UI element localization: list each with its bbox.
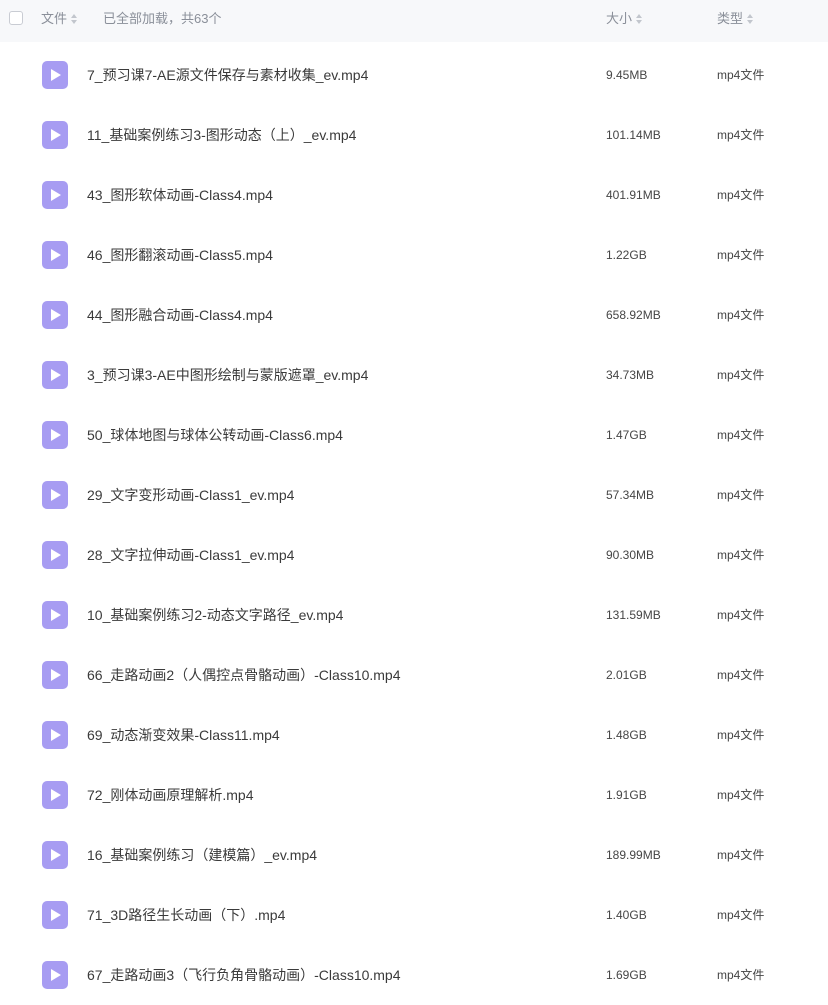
file-row[interactable]: 10_基础案例练习2-动态文字路径_ev.mp4 131.59MB mp4文件 [0,585,828,645]
file-size: 1.40GB [606,908,647,922]
column-header-size-label: 大小 [606,11,633,26]
file-type: mp4文件 [717,908,765,922]
file-type: mp4文件 [717,548,765,562]
file-size: 1.47GB [606,428,647,442]
file-name[interactable]: 72_刚体动画原理解析.mp4 [87,786,253,804]
file-type: mp4文件 [717,68,765,82]
file-type: mp4文件 [717,968,765,982]
video-file-icon [42,781,68,809]
file-type: mp4文件 [717,128,765,142]
file-row[interactable]: 69_动态渐变效果-Class11.mp4 1.48GB mp4文件 [0,705,828,765]
video-file-icon [42,601,68,629]
video-file-icon [42,61,68,89]
list-header: 文件 已全部加载，共63个 大小 类型 [0,0,828,42]
load-status-text: 已全部加载，共63个 [103,11,222,26]
file-row[interactable]: 71_3D路径生长动画（下）.mp4 1.40GB mp4文件 [0,885,828,945]
file-name[interactable]: 67_走路动画3（飞行负角骨骼动画）-Class10.mp4 [87,966,401,984]
video-file-icon [42,481,68,509]
video-file-icon [42,241,68,269]
file-size: 90.30MB [606,548,655,562]
file-row[interactable]: 46_图形翻滚动画-Class5.mp4 1.22GB mp4文件 [0,225,828,285]
file-type: mp4文件 [717,248,765,262]
file-name[interactable]: 10_基础案例练习2-动态文字路径_ev.mp4 [87,606,343,624]
file-list: 7_预习课7-AE源文件保存与素材收集_ev.mp4 9.45MB mp4文件 11_… [0,45,828,1005]
file-name[interactable]: 50_球体地图与球体公转动画-Class6.mp4 [87,426,343,444]
file-row[interactable]: 29_文字变形动画-Class1_ev.mp4 57.34MB mp4文件 [0,465,828,525]
file-size: 34.73MB [606,368,655,382]
video-file-icon [42,121,68,149]
file-size: 1.69GB [606,968,647,982]
file-row[interactable]: 66_走路动画2（人偶控点骨骼动画）-Class10.mp4 2.01GB mp4文… [0,645,828,705]
file-size: 1.48GB [606,728,647,742]
file-row[interactable]: 16_基础案例练习（建模篇）_ev.mp4 189.99MB mp4文件 [0,825,828,885]
file-type: mp4文件 [717,788,765,802]
file-name[interactable]: 7_预习课7-AE源文件保存与素材收集_ev.mp4 [87,66,368,84]
file-type: mp4文件 [717,308,765,322]
file-row[interactable]: 67_走路动画3（飞行负角骨骼动画）-Class10.mp4 1.69GB mp4文… [0,945,828,1005]
file-row[interactable]: 50_球体地图与球体公转动画-Class6.mp4 1.47GB mp4文件 [0,405,828,465]
video-file-icon [42,901,68,929]
sort-icon[interactable] [71,14,78,24]
video-file-icon [42,361,68,389]
file-name[interactable]: 66_走路动画2（人偶控点骨骼动画）-Class10.mp4 [87,666,401,684]
file-row[interactable]: 28_文字拉伸动画-Class1_ev.mp4 90.30MB mp4文件 [0,525,828,585]
file-size: 9.45MB [606,68,648,82]
file-row[interactable]: 44_图形融合动画-Class4.mp4 658.92MB mp4文件 [0,285,828,345]
file-type: mp4文件 [717,668,765,682]
column-header-type[interactable]: 类型 [717,11,754,27]
select-all-checkbox[interactable] [9,11,23,25]
file-name[interactable]: 11_基础案例练习3-图形动态（上）_ev.mp4 [87,126,356,144]
file-size: 131.59MB [606,608,661,622]
video-file-icon [42,841,68,869]
file-size: 1.22GB [606,248,647,262]
file-name[interactable]: 16_基础案例练习（建模篇）_ev.mp4 [87,846,317,864]
video-file-icon [42,301,68,329]
file-size: 101.14MB [606,128,661,142]
file-row[interactable]: 11_基础案例练习3-图形动态（上）_ev.mp4 101.14MB mp4文件 [0,105,828,165]
file-type: mp4文件 [717,428,765,442]
column-header-size[interactable]: 大小 [606,11,643,27]
file-type: mp4文件 [717,368,765,382]
file-size: 658.92MB [606,308,661,322]
file-name[interactable]: 46_图形翻滚动画-Class5.mp4 [87,246,273,264]
video-file-icon [42,961,68,989]
file-type: mp4文件 [717,488,765,502]
file-type: mp4文件 [717,608,765,622]
file-name[interactable]: 28_文字拉伸动画-Class1_ev.mp4 [87,546,294,564]
file-size: 2.01GB [606,668,647,682]
file-size: 57.34MB [606,488,655,502]
video-file-icon [42,181,68,209]
file-size: 401.91MB [606,188,661,202]
sort-icon[interactable] [636,14,643,24]
video-file-icon [42,421,68,449]
file-type: mp4文件 [717,848,765,862]
column-header-file-label: 文件 [41,11,68,26]
file-row[interactable]: 72_刚体动画原理解析.mp4 1.91GB mp4文件 [0,765,828,825]
file-row[interactable]: 3_预习课3-AE中图形绘制与蒙版遮罩_ev.mp4 34.73MB mp4文件 [0,345,828,405]
file-name[interactable]: 3_预习课3-AE中图形绘制与蒙版遮罩_ev.mp4 [87,366,368,384]
file-name[interactable]: 44_图形融合动画-Class4.mp4 [87,306,273,324]
video-file-icon [42,661,68,689]
file-size: 1.91GB [606,788,647,802]
file-row[interactable]: 7_预习课7-AE源文件保存与素材收集_ev.mp4 9.45MB mp4文件 [0,45,828,105]
video-file-icon [42,721,68,749]
file-name[interactable]: 29_文字变形动画-Class1_ev.mp4 [87,486,294,504]
column-header-file[interactable]: 文件 [41,11,78,27]
file-name[interactable]: 43_图形软体动画-Class4.mp4 [87,186,273,204]
file-size: 189.99MB [606,848,661,862]
file-name[interactable]: 69_动态渐变效果-Class11.mp4 [87,726,280,744]
file-name[interactable]: 71_3D路径生长动画（下）.mp4 [87,906,285,924]
video-file-icon [42,541,68,569]
file-row[interactable]: 43_图形软体动画-Class4.mp4 401.91MB mp4文件 [0,165,828,225]
file-type: mp4文件 [717,728,765,742]
sort-icon[interactable] [747,14,754,24]
column-header-type-label: 类型 [717,11,744,26]
file-type: mp4文件 [717,188,765,202]
